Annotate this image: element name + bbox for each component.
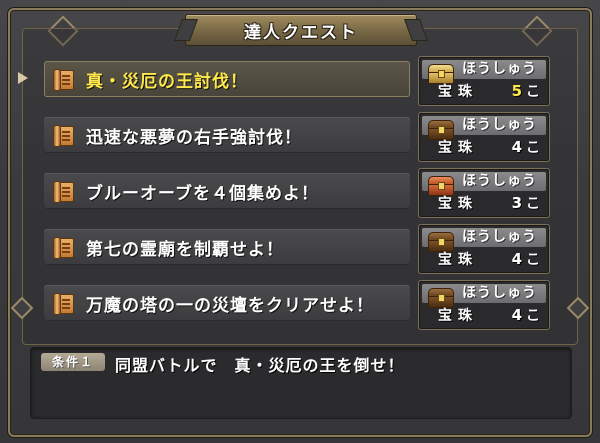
quest-list: 真・災厄の王討伐！ ほうしゅう 宝珠 5 こ 迅速な悪夢の右手強討伐！ ほうしゅ… (44, 56, 554, 336)
quest-bar[interactable]: 第七の霊廟を制覇せよ！ (44, 229, 410, 265)
quest-bar[interactable]: 真・災厄の王討伐！ (44, 61, 410, 97)
quest-row[interactable]: 第七の霊廟を制覇せよ！ ほうしゅう 宝珠 4 こ (44, 224, 554, 276)
reward-item: 宝珠 (438, 196, 478, 212)
window-title: 達人クエスト (244, 22, 358, 43)
reward-item: 宝珠 (438, 140, 478, 156)
quest-row[interactable]: ブルーオーブを４個集めよ！ ほうしゅう 宝珠 3 こ (44, 168, 554, 220)
scroll-icon (52, 124, 74, 147)
quest-name: 万魔の塔の一の災壇をクリアせよ！ (86, 295, 374, 316)
scroll-icon (52, 180, 74, 203)
reward-count: 3 (511, 194, 522, 212)
reward-box: ほうしゅう 宝珠 4 こ (418, 280, 550, 330)
quest-bar[interactable]: 迅速な悪夢の右手強討伐！ (44, 117, 410, 153)
quest-window: 達人クエスト 真・災厄の王討伐！ ほうしゅう 宝珠 5 こ 迅速な悪夢の右手強討… (0, 0, 600, 443)
condition-panel: 条件１ 同盟バトルで 真・災厄の王を倒せ！ (30, 347, 572, 419)
reward-box: ほうしゅう 宝珠 4 こ (418, 112, 550, 162)
reward-item: 宝珠 (438, 84, 478, 100)
quest-name: 迅速な悪夢の右手強討伐！ (86, 127, 302, 148)
scroll-icon (52, 236, 74, 259)
reward-box: ほうしゅう 宝珠 3 こ (418, 168, 550, 218)
quest-row[interactable]: 真・災厄の王討伐！ ほうしゅう 宝珠 5 こ (44, 56, 554, 108)
reward-unit: こ (526, 140, 540, 156)
reward-box: ほうしゅう 宝珠 5 こ (418, 56, 550, 106)
quest-name: ブルーオーブを４個集めよ！ (86, 183, 319, 204)
scroll-icon (52, 68, 74, 91)
reward-box: ほうしゅう 宝珠 4 こ (418, 224, 550, 274)
selection-cursor-icon (18, 72, 28, 84)
quest-name: 第七の霊廟を制覇せよ！ (86, 239, 284, 260)
quest-bar[interactable]: 万魔の塔の一の災壇をクリアせよ！ (44, 285, 410, 321)
reward-count: 4 (511, 138, 522, 156)
reward-unit: こ (526, 308, 540, 324)
reward-item: 宝珠 (438, 252, 478, 268)
reward-label: ほうしゅう (462, 173, 537, 189)
quest-bar[interactable]: ブルーオーブを４個集めよ！ (44, 173, 410, 209)
reward-label: ほうしゅう (462, 285, 537, 301)
reward-count: 5 (511, 82, 522, 100)
condition-text: 同盟バトルで 真・災厄の王を倒せ！ (115, 356, 405, 375)
reward-label: ほうしゅう (462, 61, 537, 77)
reward-count: 4 (511, 250, 522, 268)
reward-unit: こ (526, 252, 540, 268)
reward-label: ほうしゅう (462, 117, 537, 133)
scroll-icon (52, 292, 74, 315)
quest-row[interactable]: 迅速な悪夢の右手強討伐！ ほうしゅう 宝珠 4 こ (44, 112, 554, 164)
reward-label: ほうしゅう (462, 229, 537, 245)
reward-count: 4 (511, 306, 522, 324)
quest-row[interactable]: 万魔の塔の一の災壇をクリアせよ！ ほうしゅう 宝珠 4 こ (44, 280, 554, 332)
reward-item: 宝珠 (438, 308, 478, 324)
reward-unit: こ (526, 84, 540, 100)
title-plate: 達人クエスト (185, 14, 417, 46)
condition-badge: 条件１ (41, 353, 105, 371)
reward-unit: こ (526, 196, 540, 212)
quest-name: 真・災厄の王討伐！ (86, 71, 248, 92)
